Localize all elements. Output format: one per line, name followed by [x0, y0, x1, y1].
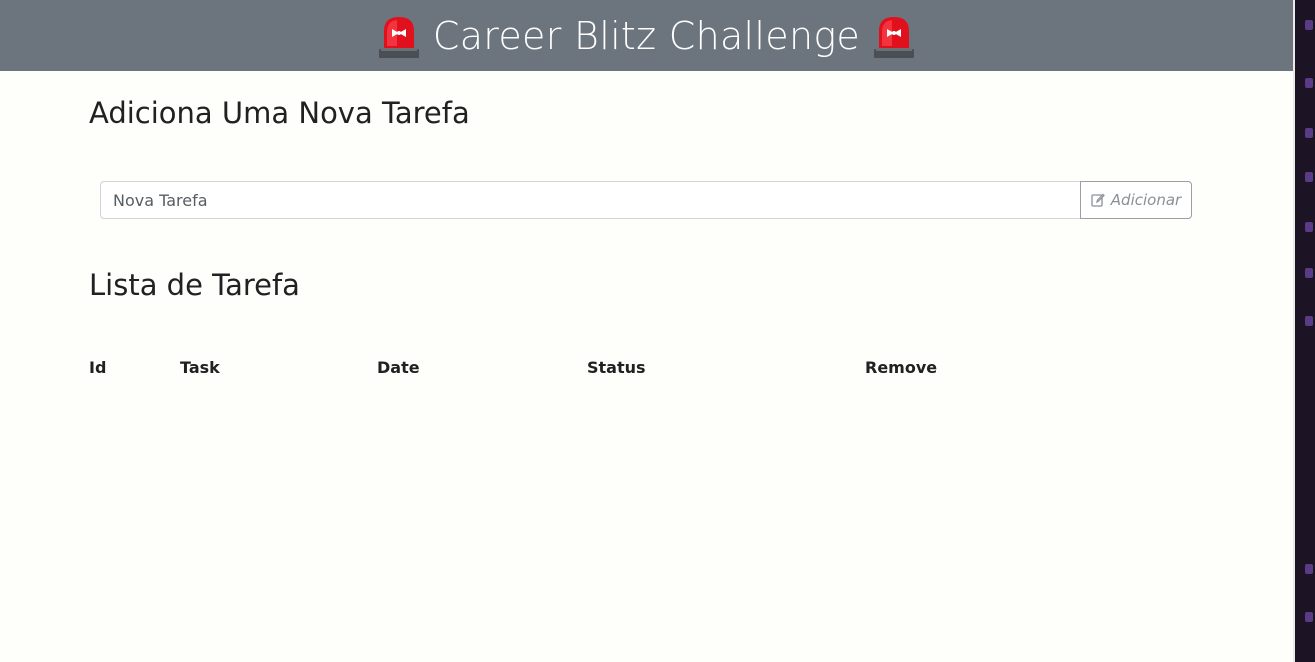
add-task-button[interactable]: Adicionar: [1080, 181, 1192, 219]
dock-icon: [1305, 222, 1313, 232]
dock-icon: [1305, 128, 1313, 138]
column-header-status: Status: [587, 358, 646, 377]
dock-icon: [1305, 268, 1313, 278]
dock-icon: [1305, 316, 1313, 326]
window-edge-accent: [1293, 0, 1295, 662]
app-header: Career Blitz Challenge: [0, 0, 1293, 71]
dock-icon: [1305, 612, 1313, 622]
header-title-group: Career Blitz Challenge: [377, 13, 916, 59]
column-header-date: Date: [377, 358, 420, 377]
column-header-id: Id: [89, 358, 107, 377]
app-title: Career Blitz Challenge: [432, 13, 861, 58]
add-task-form: Adicionar: [100, 181, 1192, 219]
task-table-header: Id Task Date Status Remove: [0, 358, 1293, 378]
dock-icon: [1305, 78, 1313, 88]
police-siren-icon: [874, 16, 915, 58]
window-edge-strip: [1293, 0, 1315, 662]
new-task-input[interactable]: [100, 181, 1080, 219]
dock-icon: [1305, 20, 1313, 30]
dock-icon: [1305, 172, 1313, 182]
add-task-heading: Adiciona Uma Nova Tarefa: [89, 96, 470, 130]
police-siren-icon: [378, 16, 419, 58]
task-list-heading: Lista de Tarefa: [89, 268, 300, 302]
edit-icon: [1091, 193, 1105, 207]
add-task-button-label: Adicionar: [1110, 191, 1182, 209]
column-header-remove: Remove: [865, 358, 938, 377]
dock-icon: [1305, 564, 1313, 574]
column-header-task: Task: [180, 358, 220, 377]
